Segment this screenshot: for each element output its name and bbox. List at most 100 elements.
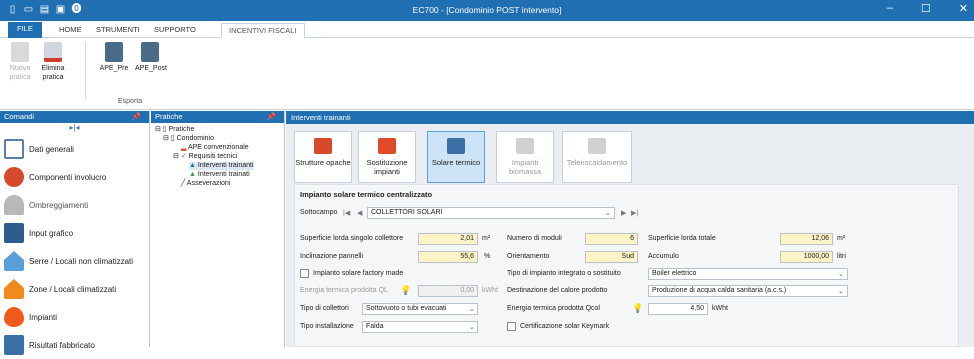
shading-icon <box>4 195 24 215</box>
factory-made-checkbox[interactable] <box>300 269 309 278</box>
unit-label: kWht <box>712 305 728 312</box>
system-replace-icon <box>378 138 396 154</box>
num-moduli-label: Numero di moduli <box>507 235 562 242</box>
sottocampo-select[interactable]: COLLETTORI SOLARI <box>367 207 615 219</box>
tipo-integrato-label: Tipo di impianto integrato o sostituito <box>507 270 621 277</box>
chevron-down-icon[interactable]: ⌄ <box>469 305 475 313</box>
nuova-pratica-button[interactable]: Nuova pratica <box>5 42 35 82</box>
minimize-button[interactable]: – <box>887 2 893 15</box>
tab-home[interactable]: HOME <box>52 23 89 38</box>
brick-wall-icon <box>314 138 332 154</box>
pin-icon[interactable]: 📌 <box>267 111 276 123</box>
tree-node-interventi-trainanti[interactable]: ▲ Interventi trainanti <box>189 162 254 170</box>
close-button[interactable]: ✕ <box>959 2 968 15</box>
unit-label: kWht <box>482 287 498 294</box>
unit-label: % <box>484 253 491 260</box>
ape-pre-button[interactable]: APE_Pre <box>99 42 129 73</box>
solar-panel-icon <box>447 138 465 154</box>
impianti-biomassa-button[interactable]: Impianti biomassa <box>496 131 554 183</box>
maximize-button[interactable]: ☐ <box>921 2 931 15</box>
unit-label: m² <box>482 235 491 242</box>
cmd-zone[interactable]: Zone / Locali climatizzati <box>0 275 149 303</box>
teleriscaldamento-button[interactable]: Teleriscaldamento <box>562 131 632 183</box>
comandi-header: Comandi 📌 <box>0 111 149 123</box>
chevron-down-icon[interactable]: ⌄ <box>469 323 475 331</box>
delete-document-icon <box>44 42 62 62</box>
destinazione-select[interactable]: Produzione di acqua calda sanitaria (a.c… <box>648 285 848 297</box>
inclinazione-label: Inclinazione pannelli <box>300 253 364 260</box>
graphic-input-icon <box>4 223 24 243</box>
tipo-coll-select[interactable]: Sottovuoto o tubi evacuati <box>362 303 478 315</box>
biomass-icon <box>516 138 534 154</box>
tipo-integrato-select[interactable]: Boiler elettrico <box>648 268 848 280</box>
chevron-down-icon[interactable]: ⌄ <box>605 209 611 217</box>
lightbulb-icon[interactable]: 💡 <box>632 303 643 314</box>
lightbulb-icon[interactable]: 💡 <box>400 285 411 296</box>
solar-thermal-form: Impianto solare termico centralizzato So… <box>294 184 959 347</box>
chevron-down-icon[interactable]: ⌄ <box>838 287 844 295</box>
document-icon <box>4 139 24 159</box>
printer-icon <box>141 42 159 62</box>
house-icon <box>4 279 24 299</box>
tree-node-interventi-trainati[interactable]: ▲ Interventi trainati <box>189 171 250 179</box>
sottocampo-label: Sottocampo <box>300 209 338 216</box>
cmd-risultati-fabbricato[interactable]: Risultati fabbricato <box>0 331 149 359</box>
ribbon-tabs: FILE HOME STRUMENTI SUPPORTO INCENTIVI F… <box>0 21 974 38</box>
cmd-componenti-involucro[interactable]: Componenti involucro <box>0 163 149 191</box>
keymark-label: Certificazione solar Keymark <box>520 323 610 330</box>
solare-termico-button[interactable]: Solare termico <box>427 131 485 183</box>
cmd-serre[interactable]: Serre / Locali non climatizzati <box>0 247 149 275</box>
tab-file[interactable]: FILE <box>8 22 42 38</box>
keymark-checkbox[interactable] <box>507 322 516 331</box>
components-icon <box>4 167 24 187</box>
cmd-dati-generali[interactable]: Dati generali <box>0 135 149 163</box>
flame-icon <box>4 307 24 327</box>
tree-node-ape[interactable]: ▂ APE convenzionale <box>181 144 249 152</box>
tab-strumenti[interactable]: STRUMENTI <box>89 23 147 38</box>
nav-next-icon[interactable]: ▶ <box>621 209 626 217</box>
ribbon-group-label: Esporta <box>118 98 143 105</box>
collapse-icon[interactable]: ▸|◂ <box>0 123 149 135</box>
energia-qcol-label: Energia termica prodotta Qcol <box>507 305 600 312</box>
elimina-pratica-button[interactable]: Elimina pratica <box>38 42 68 82</box>
tipo-inst-label: Tipo installazione <box>300 323 354 330</box>
tab-incentivi-fiscali[interactable]: INCENTIVI FISCALI <box>221 23 305 38</box>
section-title: Impianto solare termico centralizzato <box>300 190 433 199</box>
pin-icon[interactable]: 📌 <box>132 111 141 123</box>
destinazione-label: Destinazione del calore prodotto <box>507 287 608 294</box>
printer-icon <box>105 42 123 62</box>
results-table-icon <box>4 335 24 355</box>
nav-prev-icon[interactable]: ◀ <box>357 209 362 217</box>
pratiche-panel: Pratiche 📌 ⊟ ▯ Pratiche ⊟ ▯ Condominio ▂ … <box>151 111 285 347</box>
num-moduli-field[interactable]: 6 <box>585 233 638 245</box>
ape-post-button[interactable]: APE_Post <box>135 42 167 73</box>
cmd-ombreggiamenti[interactable]: Ombreggiamenti <box>0 191 149 219</box>
tree-node-asseverazioni[interactable]: ╱ Asseverazioni <box>181 180 230 188</box>
pratiche-header: Pratiche 📌 <box>151 111 284 123</box>
inclinazione-field[interactable]: 55,6 <box>418 251 478 263</box>
sup-lorda-coll-field[interactable]: 2,01 <box>418 233 478 245</box>
sup-lorda-tot-field[interactable]: 12,06 <box>780 233 833 245</box>
tree-node-condominio[interactable]: ⊟ ▯ Condominio <box>163 135 214 143</box>
orientamento-label: Orientamento <box>507 253 550 260</box>
accumulo-field[interactable]: 1000,00 <box>780 251 833 263</box>
nav-first-icon[interactable]: |◀ <box>343 209 350 217</box>
sup-lorda-tot-label: Superficie lorda totale <box>648 235 716 242</box>
sup-lorda-coll-label: Superficie lorda singolo collettore <box>300 235 404 242</box>
window-title: EC700 - [Condominio POST intervento] <box>412 5 562 15</box>
cmd-input-grafico[interactable]: Input grafico <box>0 219 149 247</box>
main-header: Interventi trainanti <box>286 111 974 124</box>
sostituzione-impianti-button[interactable]: Sostituzione impianti <box>358 131 416 183</box>
tree-node-pratiche[interactable]: ⊟ ▯ Pratiche <box>155 126 194 134</box>
energia-qcol-field[interactable]: 4,50 <box>648 303 708 315</box>
tipo-inst-select[interactable]: Falda <box>362 321 478 333</box>
orientamento-field[interactable]: Sud <box>585 251 638 263</box>
chevron-down-icon[interactable]: ⌄ <box>838 270 844 278</box>
tab-supporto[interactable]: SUPPORTO <box>147 23 203 38</box>
greenhouse-icon <box>4 251 24 271</box>
tree-node-requisiti[interactable]: ⊟ ✓ Requisiti tecnici <box>173 153 237 161</box>
cmd-impianti[interactable]: Impianti <box>0 303 149 331</box>
ribbon: Nuova pratica Elimina pratica APE_Pre AP… <box>0 38 974 110</box>
strutture-opache-button[interactable]: Strutture opache <box>294 131 352 183</box>
nav-last-icon[interactable]: ▶| <box>631 209 638 217</box>
